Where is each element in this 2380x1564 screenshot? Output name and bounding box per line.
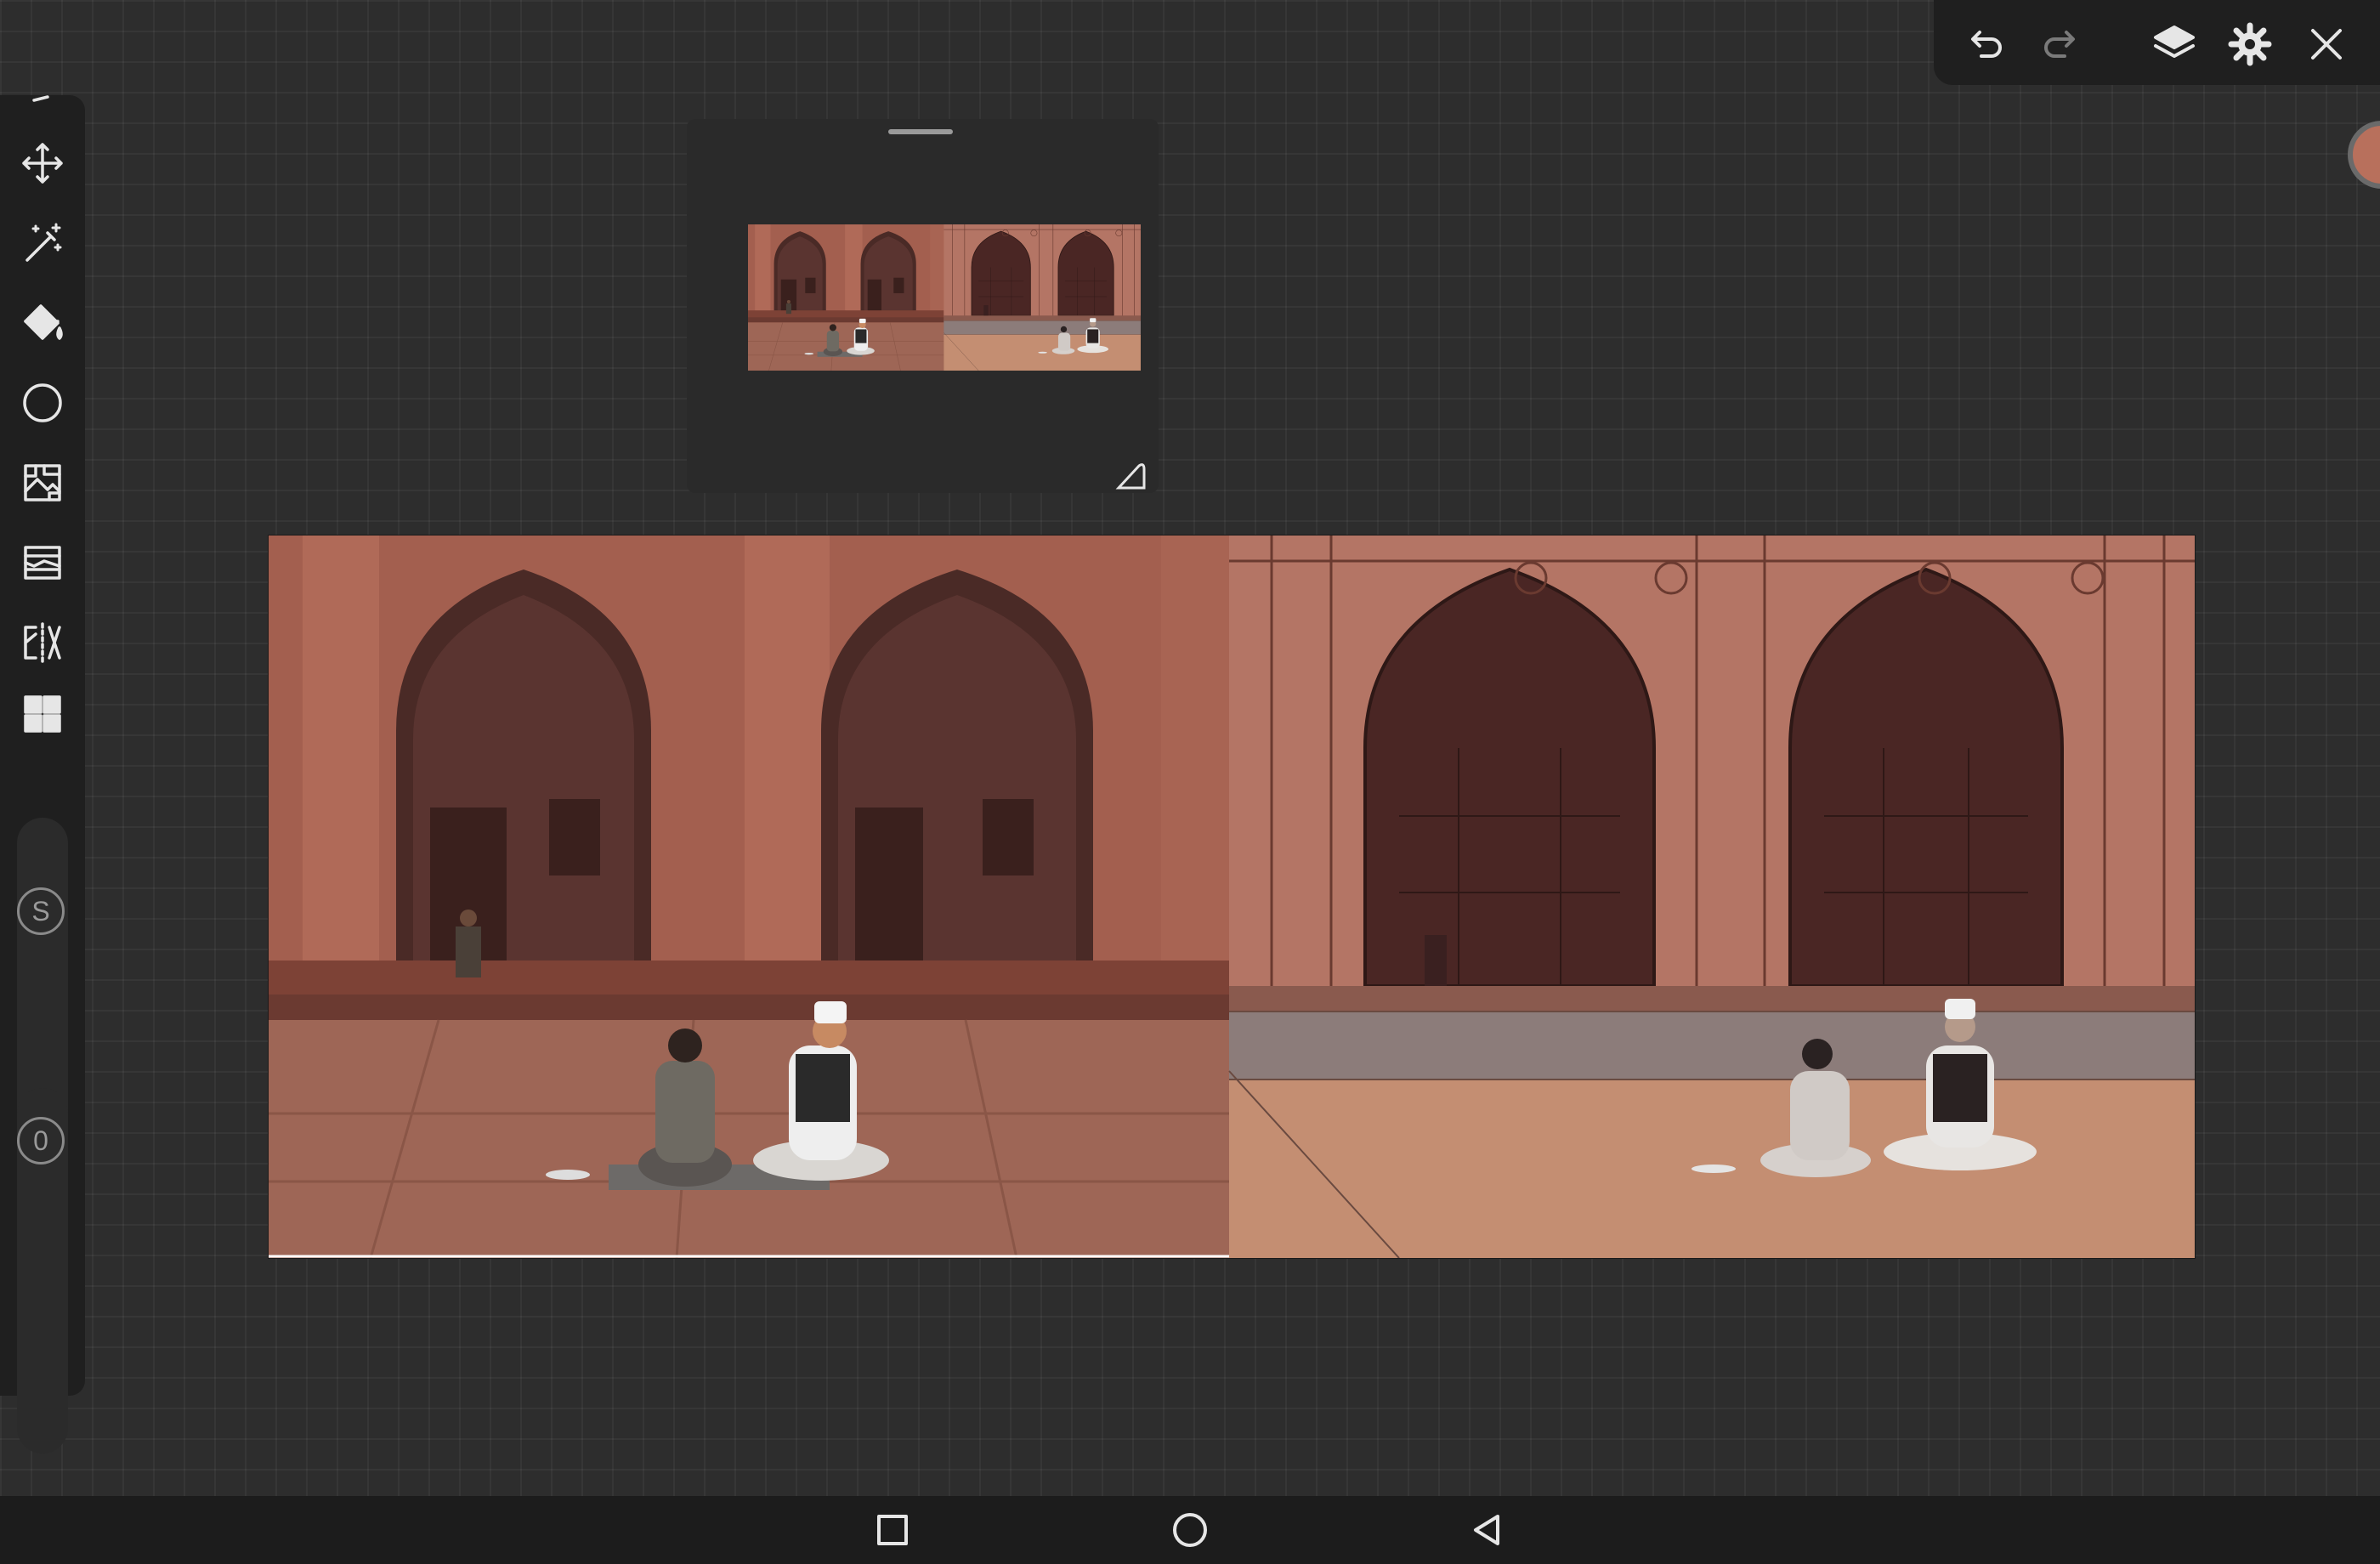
close-icon[interactable]	[2301, 19, 2352, 70]
resize-handle-icon[interactable]	[1114, 459, 1148, 493]
undo-icon[interactable]	[1959, 19, 2010, 70]
reference-panel[interactable]	[687, 119, 1159, 493]
top-toolbar	[1934, 0, 2380, 85]
image-grid-icon[interactable]	[12, 452, 73, 513]
opacity-badge: 0	[17, 1117, 65, 1164]
drawing-canvas[interactable]	[269, 536, 2195, 1258]
system-navigation-bar	[0, 1496, 2380, 1564]
grid-icon[interactable]	[12, 683, 73, 745]
selection-icon[interactable]	[12, 78, 73, 112]
symmetry-icon[interactable]	[12, 612, 73, 673]
left-toolbar: S 0	[0, 95, 85, 1454]
gear-icon[interactable]	[2224, 19, 2275, 70]
back-icon[interactable]	[1465, 1508, 1510, 1552]
canvas-artwork	[269, 536, 2195, 1258]
reference-panel-drag-handle[interactable]	[888, 129, 953, 134]
recent-apps-icon[interactable]	[870, 1508, 915, 1552]
home-icon[interactable]	[1168, 1508, 1212, 1552]
current-color-swatch[interactable]	[2348, 121, 2380, 189]
frame-icon[interactable]	[12, 532, 73, 593]
redo-icon[interactable]	[2036, 19, 2087, 70]
brush-size-badge: S	[17, 887, 65, 935]
layers-icon[interactable]	[2149, 19, 2200, 70]
circle-icon[interactable]	[12, 372, 73, 434]
reference-thumbnail	[748, 224, 1141, 371]
move-arrows-icon[interactable]	[12, 133, 73, 194]
paint-bucket-icon[interactable]	[12, 292, 73, 354]
magic-wand-icon[interactable]	[12, 212, 73, 274]
